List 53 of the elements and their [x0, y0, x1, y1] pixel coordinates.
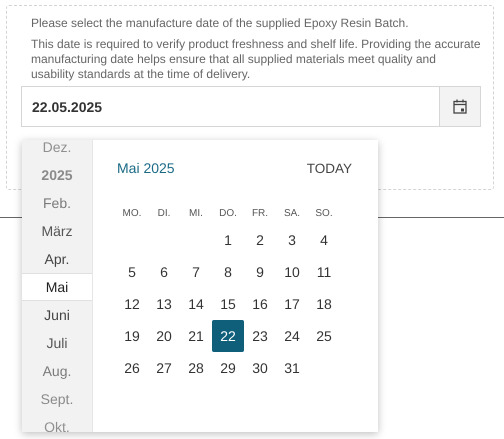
weekday-label: MI.: [188, 206, 204, 220]
instruction-text: This date is required to verify product freshness and shelf life. Providing the accurate manufacturing date helps ensure that all supplied materials meet quality and usability standards at the time of delivery.: [31, 37, 481, 82]
day-cell[interactable]: 30: [244, 352, 276, 384]
day-cell[interactable]: 14: [180, 288, 212, 320]
day-cell[interactable]: 20: [148, 320, 180, 352]
calendar-button[interactable]: [439, 87, 480, 126]
weekday-label: DI.: [156, 206, 172, 220]
day-cell[interactable]: 29: [212, 352, 244, 384]
month-item[interactable]: Aug.: [22, 357, 92, 385]
day-cell[interactable]: 2: [244, 224, 276, 256]
month-item[interactable]: Apr.: [22, 245, 92, 273]
day-cell[interactable]: 5: [116, 256, 148, 288]
day-cell[interactable]: 25: [308, 320, 340, 352]
day-cell[interactable]: 28: [180, 352, 212, 384]
weekday-label: DO.: [218, 206, 238, 220]
weekday-label: SO.: [314, 206, 334, 220]
day-cell[interactable]: 11: [308, 256, 340, 288]
instruction-text: Please select the manufacture date of the supplied Epoxy Resin Batch.: [31, 16, 410, 31]
calendar-icon: [453, 99, 467, 114]
day-cell[interactable]: 16: [244, 288, 276, 320]
date-field[interactable]: 22.05.2025: [21, 86, 481, 127]
day-cell[interactable]: 17: [276, 288, 308, 320]
month-item[interactable]: Juli: [22, 329, 92, 357]
day-cell[interactable]: 1: [212, 224, 244, 256]
date-value: 22.05.2025: [31, 98, 104, 116]
day-cell[interactable]: 3: [276, 224, 308, 256]
day-cell[interactable]: 21: [180, 320, 212, 352]
day-cell[interactable]: 7: [180, 256, 212, 288]
month-item[interactable]: Feb.: [22, 189, 92, 217]
month-item[interactable]: Juni: [22, 301, 92, 329]
day-cell[interactable]: 9: [244, 256, 276, 288]
day-cell[interactable]: 27: [148, 352, 180, 384]
day-cell[interactable]: 4: [308, 224, 340, 256]
day-cell[interactable]: 6: [148, 256, 180, 288]
day-cell[interactable]: 19: [116, 320, 148, 352]
month-item[interactable]: März: [22, 217, 92, 245]
day-cell[interactable]: 8: [212, 256, 244, 288]
day-cell[interactable]: 13: [148, 288, 180, 320]
day-cell[interactable]: 26: [116, 352, 148, 384]
weekday-label: MO.: [122, 206, 142, 220]
day-cell[interactable]: 12: [116, 288, 148, 320]
day-cell[interactable]: 24: [276, 320, 308, 352]
day-cell[interactable]: 31: [276, 352, 308, 384]
month-title: Mai 2025: [117, 160, 175, 176]
month-item[interactable]: Mai: [22, 273, 92, 301]
day-cell[interactable]: 18: [308, 288, 340, 320]
day-cell[interactable]: 23: [244, 320, 276, 352]
weekday-label: SA.: [282, 206, 302, 220]
today-button[interactable]: TODAY: [306, 160, 352, 176]
day-cell[interactable]: 10: [276, 256, 308, 288]
day-cell[interactable]: 22: [212, 320, 244, 352]
day-cell[interactable]: 15: [212, 288, 244, 320]
weekday-label: FR.: [250, 206, 270, 220]
